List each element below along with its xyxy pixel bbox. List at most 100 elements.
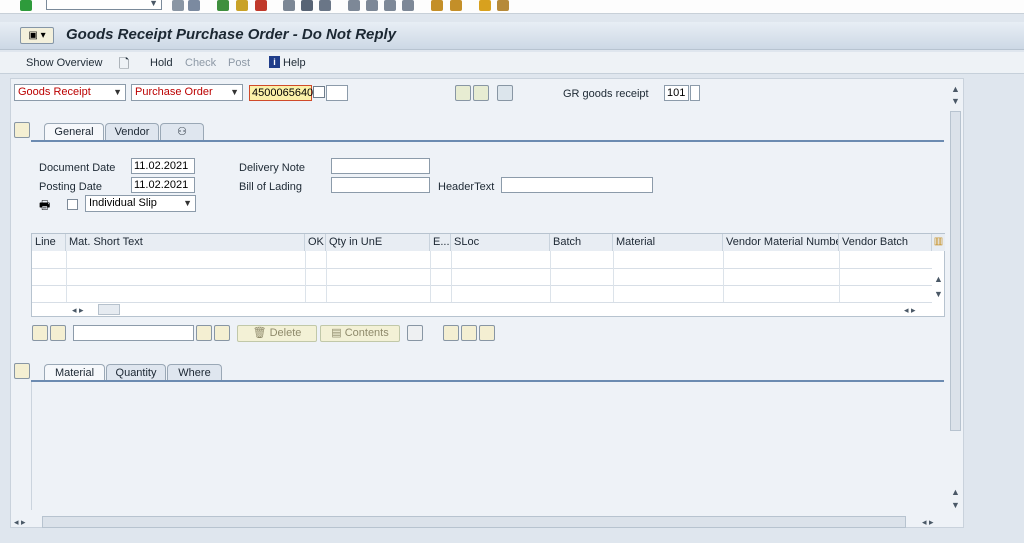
column-header-mat-short-text[interactable]: Mat. Short Text: [66, 234, 305, 251]
search-help-icon[interactable]: [313, 86, 325, 98]
print-checkbox[interactable]: [67, 199, 78, 210]
tab-partners[interactable]: ⚇: [160, 123, 204, 140]
stop-icon[interactable]: [255, 0, 267, 11]
back-icon[interactable]: [172, 0, 184, 11]
delivery-note-input[interactable]: [331, 158, 430, 174]
document-date-input[interactable]: 11.02.2021: [131, 158, 195, 174]
table-settings-icon[interactable]: [497, 85, 513, 101]
reference-value: Purchase Order: [135, 86, 213, 98]
check-button[interactable]: Check: [185, 57, 216, 69]
find-next-icon[interactable]: [319, 0, 331, 11]
enter-icon[interactable]: [20, 0, 32, 11]
help-button[interactable]: Help: [283, 57, 306, 69]
column-header-material[interactable]: Material: [613, 234, 723, 251]
transaction-select[interactable]: Goods Receipt ▼: [14, 84, 126, 101]
posting-date-input[interactable]: 11.02.2021: [131, 177, 195, 193]
column-header-batch[interactable]: Batch: [550, 234, 613, 251]
page-title: Goods Receipt Purchase Order - Do Not Re…: [66, 26, 397, 43]
last-page-icon[interactable]: [402, 0, 414, 11]
header-toggle-icon[interactable]: [14, 122, 30, 138]
header-tab-line: [31, 140, 944, 142]
tab-material[interactable]: Material: [44, 364, 105, 381]
item-table: Line Mat. Short Text OK Qty in UnE E... …: [31, 233, 945, 317]
tab-general[interactable]: General: [44, 123, 104, 140]
find-next-items-icon[interactable]: [214, 325, 230, 341]
header-text-input[interactable]: [501, 177, 653, 193]
movement-type-help[interactable]: [690, 85, 700, 101]
print-items-icon[interactable]: [32, 325, 48, 341]
grid-scroll-down-icon[interactable]: ▼: [934, 289, 943, 299]
layout-icon[interactable]: [497, 0, 509, 11]
scroll-up-bottom-icon[interactable]: ▲: [951, 487, 960, 497]
posting-date-label: Posting Date: [39, 181, 102, 193]
grid-scroll-left-icon[interactable]: ◂ ▸: [72, 305, 84, 316]
grid-hscroll-thumb[interactable]: [98, 304, 120, 315]
reference-select[interactable]: Purchase Order ▼: [131, 84, 243, 101]
column-config-icon[interactable]: ▥: [932, 234, 945, 251]
execute-icon[interactable]: [455, 85, 471, 101]
hscroll-right-icon[interactable]: ◂ ▸: [922, 517, 934, 528]
hold-button[interactable]: Hold: [150, 57, 173, 69]
previous-page-icon[interactable]: [366, 0, 378, 11]
cancel-icon[interactable]: [236, 0, 248, 11]
detail-area: [31, 382, 944, 510]
paste-icon[interactable]: [461, 325, 477, 341]
partners-icon: ⚇: [177, 126, 187, 138]
delivery-note-label: Delivery Note: [239, 162, 306, 174]
scroll-thumb[interactable]: [950, 111, 961, 431]
new-session-icon[interactable]: [431, 0, 443, 11]
column-header-qty[interactable]: Qty in UnE: [326, 234, 430, 251]
show-overview-button[interactable]: Show Overview: [26, 57, 102, 69]
main-horizontal-scrollbar[interactable]: ◂ ▸ ◂ ▸: [12, 516, 958, 529]
column-header-line[interactable]: Line: [32, 234, 66, 251]
document-date-label: Document Date: [39, 162, 116, 174]
item-search-input[interactable]: [73, 325, 194, 341]
detail-toggle-icon[interactable]: [14, 363, 30, 379]
transfer-icon[interactable]: [479, 325, 495, 341]
hscroll-left-icon[interactable]: ◂ ▸: [14, 517, 26, 528]
command-field[interactable]: ▼: [46, 0, 162, 10]
column-header-unit[interactable]: E...: [430, 234, 451, 251]
grid-scroll-up-icon[interactable]: ▲: [934, 274, 943, 284]
menu-button[interactable]: ▣ ▾: [20, 27, 54, 44]
column-header-vendor-material-number[interactable]: Vendor Material Number: [723, 234, 839, 251]
delete-button[interactable]: 🗑 Delete: [237, 325, 317, 342]
scroll-down-bottom-icon[interactable]: ▼: [951, 500, 960, 510]
po-number-input[interactable]: 4500065640: [249, 85, 313, 101]
hscroll-thumb[interactable]: [42, 516, 906, 528]
tab-quantity[interactable]: Quantity: [106, 364, 166, 381]
grid-scroll-right-icon[interactable]: ◂ ▸: [904, 305, 916, 316]
po-item-input[interactable]: [326, 85, 348, 101]
copy-icon[interactable]: [443, 325, 459, 341]
find-items-icon[interactable]: [196, 325, 212, 341]
binoculars-icon[interactable]: [473, 85, 489, 101]
expand-icon[interactable]: [407, 325, 423, 341]
tab-vendor[interactable]: Vendor: [105, 123, 159, 140]
find-icon[interactable]: [301, 0, 313, 11]
next-page-icon[interactable]: [384, 0, 396, 11]
column-header-sloc[interactable]: SLoc: [451, 234, 550, 251]
printer-icon: 🖶: [39, 198, 51, 212]
save-icon[interactable]: [188, 0, 200, 11]
main-vertical-scrollbar[interactable]: ▲ ▼ ▲ ▼: [950, 82, 961, 512]
column-header-vendor-batch[interactable]: Vendor Batch: [839, 234, 932, 251]
new-document-icon[interactable]: 🗋: [119, 55, 129, 77]
movement-type-input[interactable]: 101: [664, 85, 689, 101]
filter-icon[interactable]: [50, 325, 66, 341]
scroll-up-icon[interactable]: ▲: [951, 84, 960, 94]
post-button[interactable]: Post: [228, 57, 250, 69]
exit-icon[interactable]: [217, 0, 229, 11]
system-toolbar: ▼: [0, 0, 1024, 14]
shortcut-icon[interactable]: [450, 0, 462, 11]
help-icon[interactable]: [479, 0, 491, 11]
table-row: [32, 268, 932, 269]
print-icon[interactable]: [283, 0, 295, 11]
bill-of-lading-label: Bill of Lading: [239, 181, 302, 193]
first-page-icon[interactable]: [348, 0, 360, 11]
print-option-select[interactable]: Individual Slip ▼: [85, 195, 196, 212]
contents-button[interactable]: ▤ Contents: [320, 325, 400, 342]
column-header-ok[interactable]: OK: [305, 234, 326, 251]
scroll-down-icon[interactable]: ▼: [951, 96, 960, 106]
bill-of-lading-input[interactable]: [331, 177, 430, 193]
tab-where[interactable]: Where: [167, 364, 222, 381]
